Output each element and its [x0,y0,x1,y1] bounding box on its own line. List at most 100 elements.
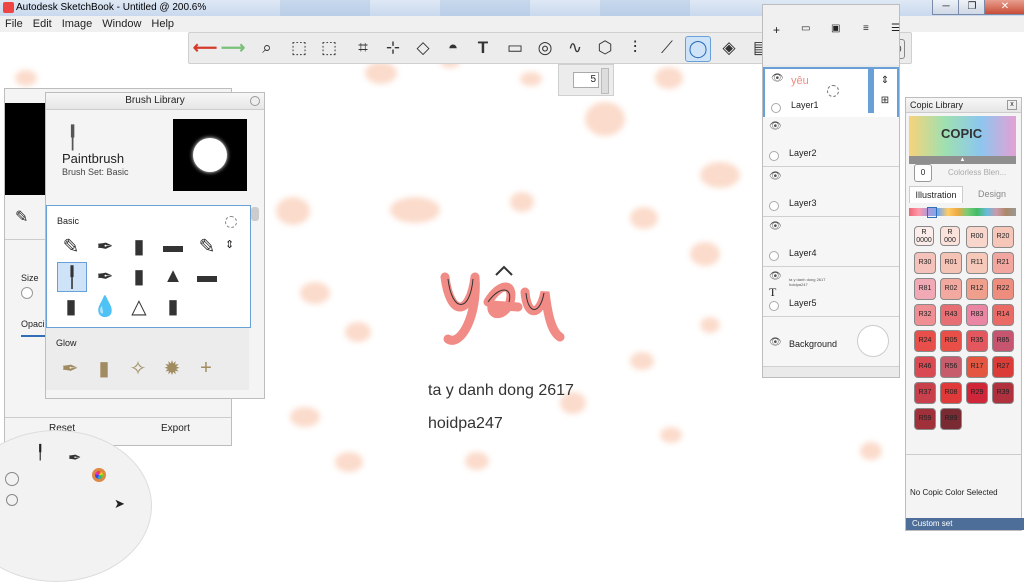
brush-size-slider[interactable] [601,68,609,94]
shapes-icon[interactable]: ◈ [717,36,741,60]
copic-swatch[interactable]: R22 [992,278,1014,300]
glow-burst-icon[interactable]: ✹ [158,354,186,382]
copic-swatch[interactable]: R59 [914,408,936,430]
triangle-icon[interactable]: △ [125,292,153,320]
brush-tool-icon[interactable]: ✒ [68,448,81,468]
brush-set-options-icon[interactable] [225,216,237,228]
minimize-button[interactable]: ─ [932,0,960,15]
fine-marker-icon[interactable]: ▮ [125,262,153,290]
puck-toggle-icon[interactable] [5,472,19,486]
copic-swatch[interactable]: R12 [966,278,988,300]
glow-sparkle-icon[interactable]: ✧ [124,354,152,382]
color-puck-icon[interactable] [92,468,106,482]
copic-swatch[interactable]: R24 [914,330,936,352]
layer-row[interactable]: 👁 Background [763,317,899,367]
menu-help[interactable]: Help [146,16,179,32]
copic-swatch[interactable]: R02 [940,278,962,300]
layer-row[interactable]: 👁 Layer3 [763,167,899,217]
layer-lock-icon[interactable] [769,151,779,161]
visibility-icon[interactable]: 👁 [769,121,782,132]
glow-pen-icon[interactable]: ✒ [56,354,84,382]
select-rect-icon[interactable]: ⬚ [287,36,311,60]
ballpoint-icon[interactable]: ✎ [193,232,221,260]
blender-swatch[interactable]: 0 [914,164,932,182]
copic-swatch[interactable]: R85 [992,330,1014,352]
zoom-icon[interactable]: ⌕ [255,36,279,60]
copic-swatch[interactable]: R43 [940,304,962,326]
layer-lock-icon[interactable] [769,251,779,261]
layer-row[interactable]: 👁 Layer4 [763,217,899,267]
background-color-swatch[interactable] [857,325,889,357]
menu-edit[interactable]: Edit [28,16,57,32]
layer-options-icon[interactable]: ≡ [863,23,869,34]
layer-reorder-icon[interactable]: ⇕ ⊞ [875,71,895,115]
visibility-icon[interactable]: 👁 [771,73,784,84]
ruler-icon[interactable]: ▭ [503,36,527,60]
copic-swatch[interactable]: R37 [914,382,936,404]
menu-file[interactable]: File [0,16,28,32]
color-family-strip[interactable] [909,208,1016,216]
copic-swatch[interactable]: R17 [966,356,988,378]
copic-swatch[interactable]: R83 [966,304,988,326]
ellipse-icon[interactable]: ◎ [533,36,557,60]
symmetry-icon[interactable]: ⫶ [623,36,647,60]
predictive-stroke-icon[interactable]: ◯ [685,36,711,62]
perspective-icon[interactable]: ⬡ [593,36,617,60]
copic-swatch[interactable]: R05 [940,330,962,352]
custom-set-button[interactable]: Custom set [906,518,1024,530]
marker-icon[interactable]: ▮ [125,232,153,260]
brush-puck-icon[interactable]: ╿ [36,444,44,461]
opacity-slider[interactable] [21,335,45,337]
fill-icon[interactable]: ◓ [441,36,465,60]
layer-group-icon[interactable]: ▭ [801,23,810,34]
hard-eraser-icon[interactable]: ▮ [57,292,85,320]
menu-image[interactable]: Image [57,16,98,32]
stroke-icon[interactable]: ⟋ [655,36,679,60]
copic-swatch[interactable]: R00 [966,226,988,248]
text-icon[interactable]: T [471,36,495,60]
visibility-icon[interactable]: 👁 [769,171,782,182]
layer-lock-icon[interactable] [769,301,779,311]
size-slider[interactable] [21,287,33,299]
airbrush-icon[interactable]: ▬ [159,232,187,260]
fountain-pen-icon[interactable]: ✒ [91,262,119,290]
copic-swatch[interactable]: R 0000 [914,226,934,246]
copic-swatch[interactable]: R32 [914,304,936,326]
visibility-icon[interactable]: 👁 [769,337,782,348]
copic-swatch[interactable]: R81 [914,278,936,300]
copic-swatch[interactable]: R08 [940,382,962,404]
copic-collapse-icon[interactable]: ▲ [909,156,1016,164]
distort-icon[interactable]: ◇ [411,36,435,60]
glow-marker-icon[interactable]: ▮ [90,354,118,382]
water-drop-icon[interactable]: 💧 [91,292,119,320]
transform-icon[interactable]: ⊹ [381,36,405,60]
copic-swatch[interactable]: R89 [940,408,962,430]
brush-size-value[interactable]: 5 [573,72,599,88]
french-curve-icon[interactable]: ∿ [563,36,587,60]
copic-swatch[interactable]: R56 [940,356,962,378]
layer-row[interactable]: 👁 Layer2 [763,117,899,167]
copic-swatch[interactable]: R30 [914,252,936,274]
redo-icon[interactable]: ⟶ [221,36,245,60]
layer-lock-icon[interactable] [771,103,781,113]
maximize-button[interactable]: ❐ [958,0,986,15]
tab-illustration[interactable]: Illustration [909,186,963,203]
pointer-icon[interactable]: ➤ [114,496,125,512]
copic-swatch[interactable]: R 000 [940,226,960,246]
brush-library-close-button[interactable] [250,96,260,106]
tab-design[interactable]: Design [966,186,1018,202]
copic-swatch[interactable]: R46 [914,356,936,378]
reorder-icon[interactable]: ⇕ [225,238,234,251]
puck-option-icon[interactable] [6,494,18,506]
visibility-icon[interactable]: 👁 [769,221,782,232]
select-lasso-icon[interactable]: ⬚ [317,36,341,60]
ink-pen-icon[interactable]: ✒ [91,232,119,260]
pencil-icon[interactable]: ✎ [57,232,85,260]
brush-library-scrollbar[interactable] [251,207,259,221]
undo-icon[interactable]: ⟵ [193,36,217,60]
brush-set-icon[interactable]: ▮ [159,292,187,320]
add-layer-icon[interactable]: + [773,23,780,37]
glow-star-icon[interactable]: + [192,354,220,382]
copic-close-button[interactable]: x [1007,100,1017,110]
copic-swatch[interactable]: R21 [992,252,1014,274]
